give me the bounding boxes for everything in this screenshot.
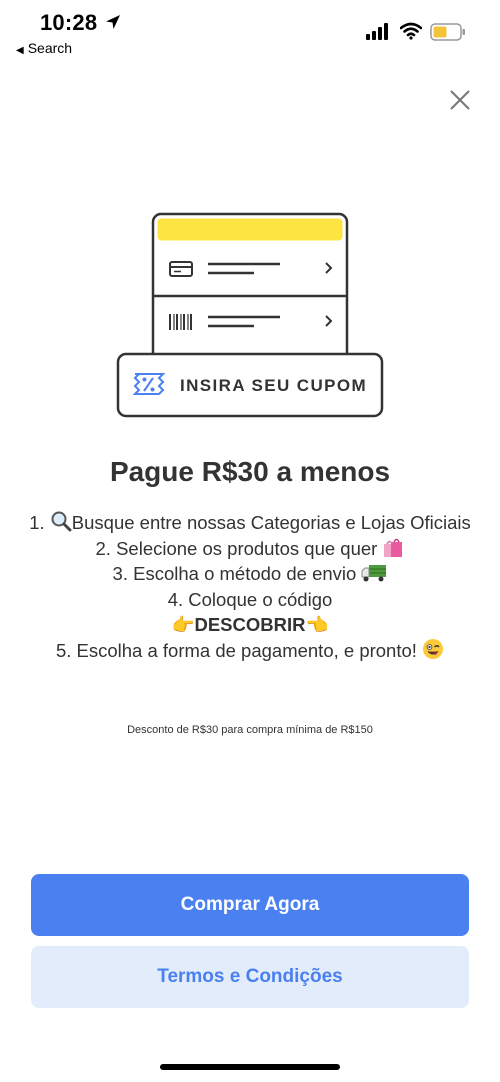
terms-and-conditions-button[interactable]: Termos e Condições <box>31 946 469 1008</box>
battery-icon <box>430 23 465 41</box>
back-triangle-icon: ◀ <box>16 45 24 56</box>
back-to-search-link[interactable]: ◀ Search <box>16 40 72 56</box>
pointing-left-hand-icon: 👈 <box>305 614 329 635</box>
page-title: Pague R$30 a menos <box>109 456 391 487</box>
status-time: 10:28 <box>40 10 98 35</box>
discount-disclaimer: Desconto de R$30 para compra mínima de R… <box>127 724 373 736</box>
step-1: 1. Busque entre nossas Categorias e Loja… <box>29 511 471 533</box>
magnifier-icon <box>51 511 72 532</box>
step-2: 2. Selecione os produtos que quer <box>20 536 480 562</box>
back-search-label: Search <box>27 40 73 56</box>
delivery-truck-icon <box>361 565 387 582</box>
coupon-code: DESCOBRIR <box>194 614 306 635</box>
step-3: 3. Escolha o método de envio <box>20 561 480 587</box>
steps-list: 1. Busque entre nossas Categorias e Loja… <box>20 510 480 663</box>
buy-now-button[interactable]: Comprar Agora <box>31 874 469 936</box>
cellular-signal-icon <box>366 23 388 40</box>
pointing-right-hand-icon: 👉 <box>171 614 195 635</box>
wifi-icon <box>400 22 422 40</box>
home-indicator[interactable] <box>160 1064 340 1070</box>
step-4: 4. Coloque o código <box>167 588 333 610</box>
close-icon[interactable] <box>446 86 474 114</box>
coupon-code-line: 👉DESCOBRIR👈 <box>20 612 480 638</box>
coupon-label: INSIRA SEU CUPOM <box>180 376 368 395</box>
winking-face-icon <box>423 638 444 659</box>
step-5: 5. Escolha a forma de pagamento, e pront… <box>20 638 480 664</box>
location-arrow-icon <box>106 15 120 29</box>
status-bar: 10:28 ◀ Search <box>0 0 500 60</box>
shopping-bags-icon <box>384 538 403 557</box>
